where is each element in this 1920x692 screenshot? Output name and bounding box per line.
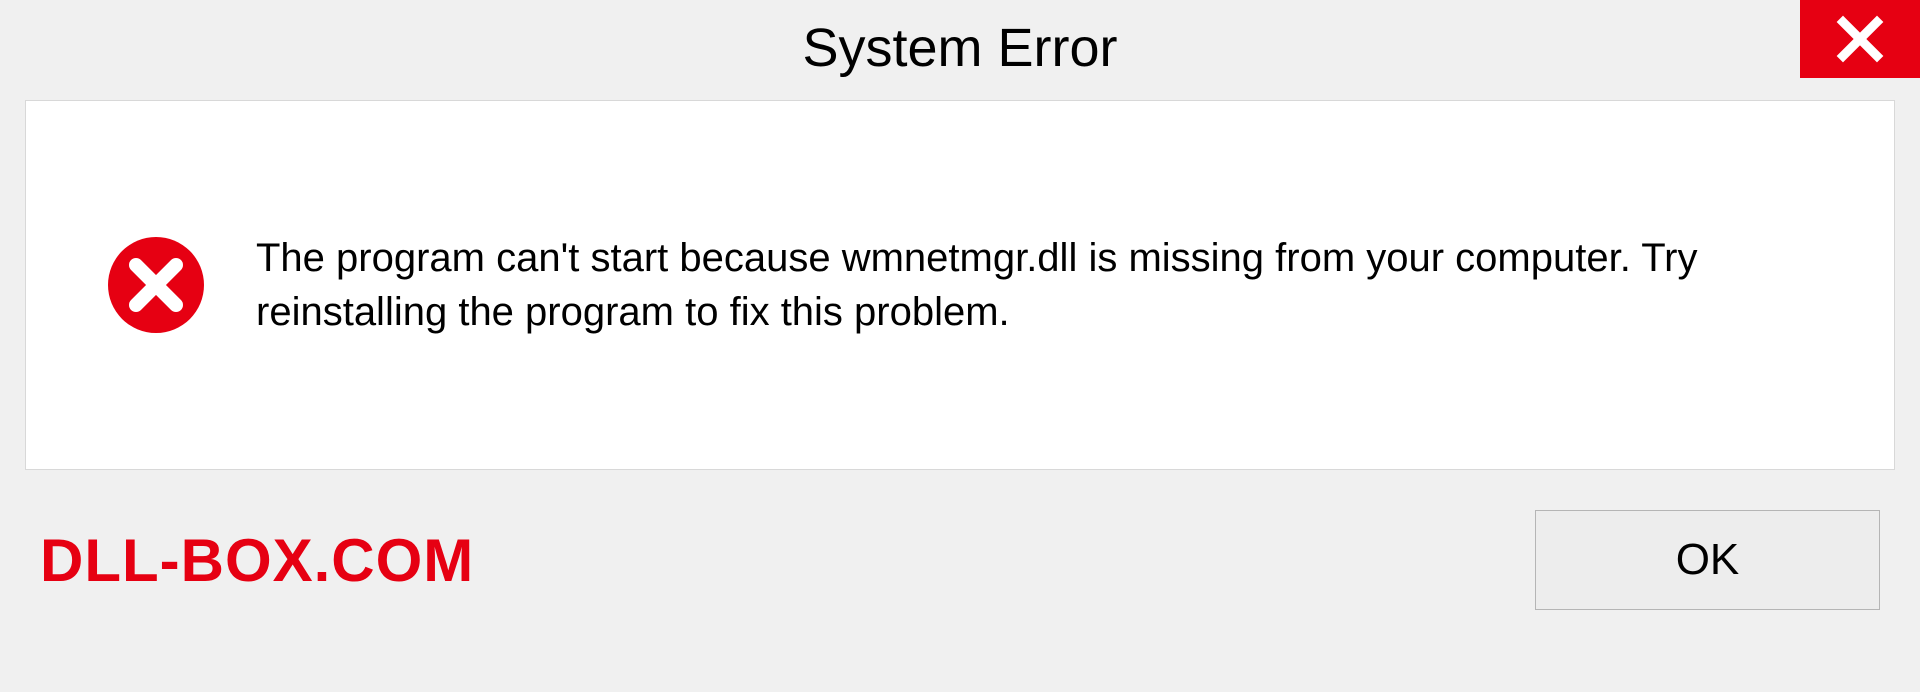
titlebar: System Error bbox=[0, 0, 1920, 95]
dialog-title: System Error bbox=[802, 17, 1117, 79]
ok-button[interactable]: OK bbox=[1535, 510, 1880, 610]
error-message: The program can't start because wmnetmgr… bbox=[256, 231, 1814, 339]
watermark-text: DLL-BOX.COM bbox=[40, 526, 474, 595]
footer: DLL-BOX.COM OK bbox=[0, 470, 1920, 610]
close-icon bbox=[1835, 14, 1885, 64]
error-icon bbox=[106, 235, 206, 335]
close-button[interactable] bbox=[1800, 0, 1920, 78]
content-panel: The program can't start because wmnetmgr… bbox=[25, 100, 1895, 470]
